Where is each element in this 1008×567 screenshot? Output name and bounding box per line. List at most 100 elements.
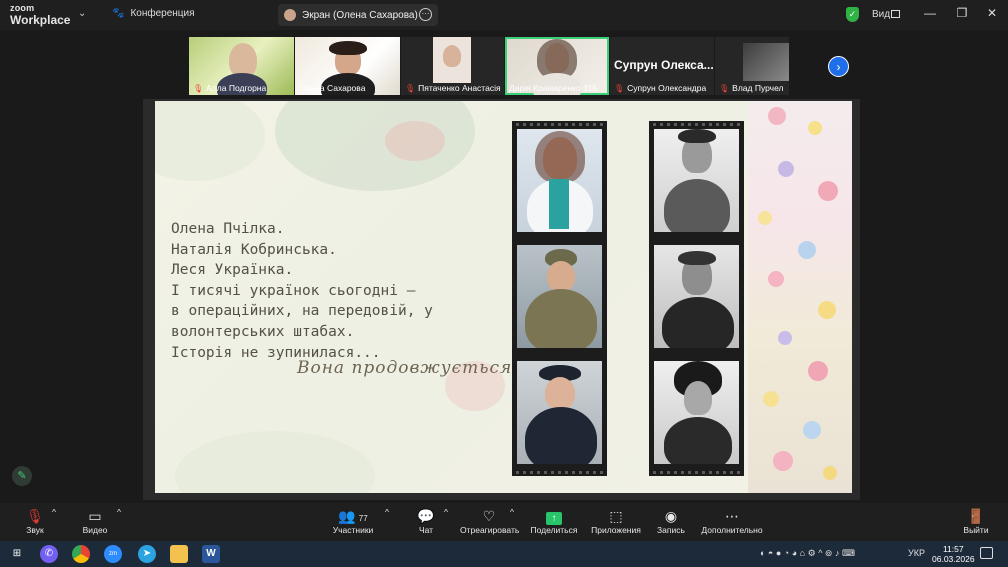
- chat-icon: 💬: [417, 508, 435, 524]
- apps-label: Приложения: [591, 525, 641, 535]
- mic-off-icon: 🎙: [193, 83, 204, 93]
- mic-off-icon: 🎙: [719, 83, 730, 93]
- mic-off-icon: 🎙: [405, 83, 416, 93]
- apps-icon: ⬚: [609, 508, 623, 524]
- participant-tile[interactable]: 🎙 Влад Пурчел: [715, 37, 789, 95]
- participants-label: Участники: [332, 525, 374, 535]
- share-screen-icon: ↑: [546, 512, 562, 525]
- leave-button[interactable]: 🚪 Выйти: [962, 507, 990, 535]
- view-grid-icon[interactable]: [891, 10, 900, 18]
- film-perforation: [512, 123, 607, 126]
- more-icon: ⋯: [725, 508, 739, 524]
- react-caret-icon[interactable]: ^: [510, 507, 514, 517]
- participant-face: [229, 43, 257, 77]
- participant-name-text: Дарія Крамаренко 315: [509, 83, 598, 93]
- zoom-window: zoom Workplace ⌄ 🐾 Конференция Экран (Ол…: [0, 0, 1008, 567]
- windows-taskbar: ⊞ ✆ zm ➤ W ◐ ◓ ● ◔ ◕ ⌂ ⚙ ^ ⊚ ♪ ⌨ УКР 11:…: [0, 541, 1008, 567]
- participant-name-text: Пятаченко Анастасія: [418, 83, 501, 93]
- audio-button[interactable]: 🎙 Звук: [22, 507, 48, 535]
- title-bar: zoom Workplace ⌄ 🐾 Конференция Экран (Ол…: [0, 0, 1008, 30]
- participant-video: [743, 43, 789, 81]
- app-menu-chevron-icon[interactable]: ⌄: [78, 8, 86, 19]
- logo-line-1: zoom: [10, 3, 35, 13]
- participant-big-name: Супрун Олекса...: [614, 58, 714, 72]
- film-perforation: [649, 123, 744, 126]
- conference-menu[interactable]: 🐾 Конференция: [112, 8, 195, 19]
- tray-icons[interactable]: ◐ ◓ ● ◔ ◕ ⌂ ⚙ ^ ⊚ ♪ ⌨: [760, 548, 855, 559]
- system-clock[interactable]: 11:57 06.03.2026: [932, 544, 975, 564]
- sharer-avatar: [284, 9, 296, 21]
- participant-name: 🎙 Алла Подгорна: [193, 83, 266, 93]
- participant-name-text: Супрун Олександра: [627, 83, 707, 93]
- slide-line: І тисячі українок сьогодні —: [171, 282, 416, 299]
- audio-options-caret-icon[interactable]: ^: [52, 507, 56, 517]
- video-options-caret-icon[interactable]: ^: [117, 507, 121, 517]
- slide-line: Леся Українка.: [171, 262, 294, 279]
- paw-icon: 🐾: [112, 8, 125, 19]
- notifications-icon[interactable]: [980, 547, 993, 559]
- chat-label: Чат: [418, 525, 434, 535]
- share-label: Экран (Олена Сахарова): [302, 9, 418, 21]
- chat-button[interactable]: 💬 Чат: [414, 507, 438, 535]
- participant-tile-active[interactable]: Дарія Крамаренко 315: [505, 37, 609, 95]
- security-shield-icon[interactable]: ✓: [846, 7, 859, 22]
- close-icon[interactable]: ✕: [984, 6, 1000, 20]
- apps-button[interactable]: ⬚ Приложения: [590, 507, 642, 535]
- photo-police-officer: [517, 361, 602, 464]
- participants-count: 77: [358, 514, 368, 523]
- mic-muted-icon: 🎙: [26, 508, 44, 524]
- more-options-icon[interactable]: ···: [419, 8, 432, 21]
- clock-date: 06.03.2026: [932, 554, 975, 564]
- slide-line: в операційних, на передовій, у: [171, 303, 433, 320]
- participant-name: 🎙 Влад Пурчел: [719, 83, 783, 93]
- share-label: Поделиться: [530, 525, 578, 535]
- next-page-button[interactable]: ›: [828, 56, 849, 77]
- participants-icon: 👥 77: [338, 508, 368, 524]
- film-perforation: [649, 471, 744, 474]
- more-button[interactable]: ⋯ Дополнительно: [700, 507, 764, 535]
- maximize-icon[interactable]: ❐: [954, 6, 970, 20]
- windows-start-icon[interactable]: ⊞: [8, 545, 26, 563]
- participants-caret-icon[interactable]: ^: [385, 507, 389, 517]
- participant-tile[interactable]: 🎙 Алла Подгорна: [189, 37, 294, 95]
- participants-button[interactable]: 👥 77 Участники: [330, 507, 376, 535]
- photo-doctor: [517, 129, 602, 232]
- file-explorer-icon[interactable]: [170, 545, 188, 563]
- video-button[interactable]: ▭ Видео: [80, 507, 110, 535]
- film-strip-historical: [649, 121, 744, 476]
- language-indicator[interactable]: УКР: [908, 548, 925, 558]
- more-label: Дополнительно: [701, 525, 763, 535]
- leave-label: Выйти: [963, 525, 989, 535]
- screen-share-pill[interactable]: Экран (Олена Сахарова) ···: [278, 4, 438, 26]
- view-menu[interactable]: Вид: [872, 9, 890, 20]
- participant-face: [443, 45, 461, 67]
- photo-natalia-kobrynska: [654, 361, 739, 464]
- annotate-pen-icon[interactable]: ✎: [12, 466, 32, 486]
- record-icon: ◉: [664, 508, 678, 524]
- slide-line: Наталія Кобринська.: [171, 241, 337, 258]
- participant-name: 🎙 Пятаченко Анастасія: [405, 83, 501, 93]
- record-button[interactable]: ◉ Запись: [655, 507, 687, 535]
- participant-name-text: Влад Пурчел: [732, 83, 784, 93]
- participant-name: Дарія Крамаренко 315: [509, 83, 597, 93]
- film-perforation: [512, 471, 607, 474]
- watercolor-blob: [175, 431, 375, 493]
- word-icon[interactable]: W: [202, 545, 220, 563]
- zoom-taskbar-icon[interactable]: zm: [104, 545, 122, 563]
- participant-name-text: Алла Подгорна: [206, 83, 267, 93]
- viber-icon[interactable]: ✆: [40, 545, 58, 563]
- chat-caret-icon[interactable]: ^: [444, 507, 448, 517]
- clock-time: 11:57: [942, 544, 964, 554]
- minimize-icon[interactable]: —: [922, 6, 938, 20]
- participant-tile[interactable]: Олена Сахарова: [295, 37, 400, 95]
- participant-name: 🎙 Супрун Олександра: [614, 83, 706, 93]
- film-strip-modern: [512, 121, 607, 476]
- shared-slide: Олена Пчілка. Наталія Кобринська. Леся У…: [155, 101, 852, 493]
- audio-label: Звук: [26, 525, 44, 535]
- telegram-icon[interactable]: ➤: [138, 545, 156, 563]
- participant-tile[interactable]: 🎙 Пятаченко Анастасія: [401, 37, 504, 95]
- chrome-icon[interactable]: [72, 545, 90, 563]
- floral-decoration: [748, 101, 852, 493]
- share-screen-button[interactable]: ↑ Поделиться: [530, 507, 578, 535]
- react-label: Отреагировать: [460, 525, 520, 535]
